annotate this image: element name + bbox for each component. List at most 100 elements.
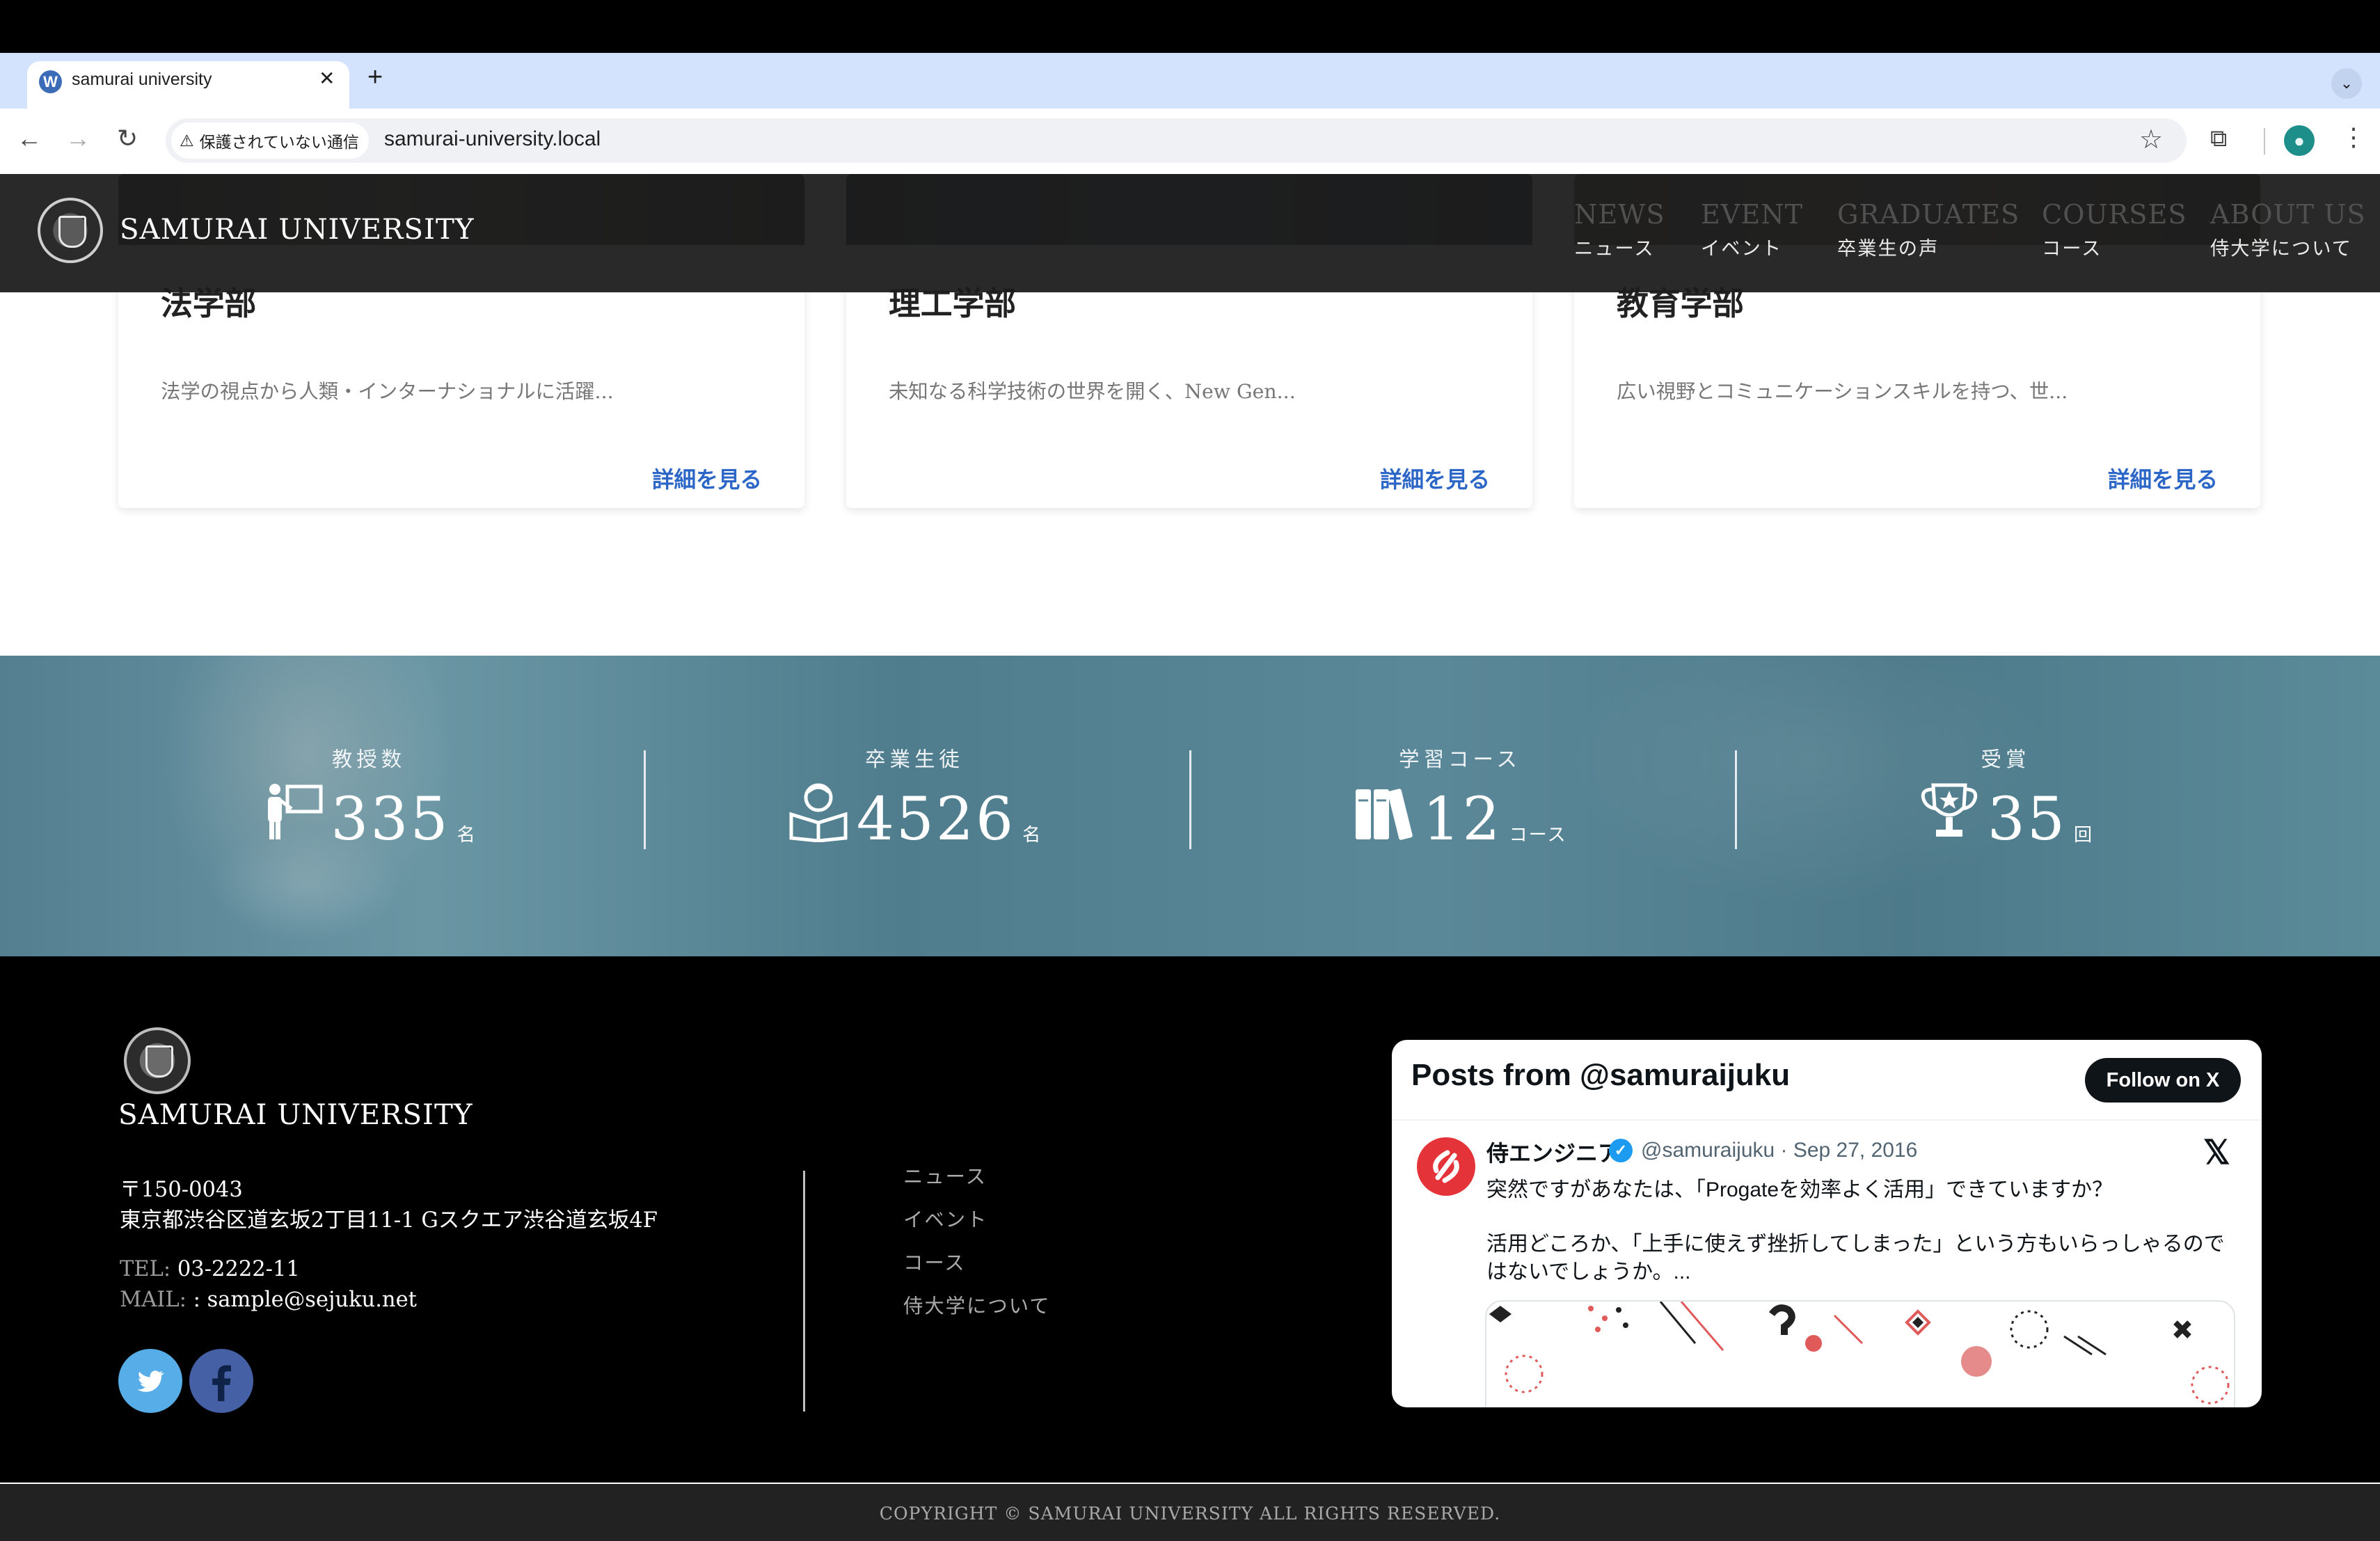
tab-title: samurai university	[72, 70, 212, 89]
faculty-card-description: 未知なる科学技術の世界を開く、New Gen...	[889, 380, 1296, 403]
address: 東京都渋谷区道玄坂2丁目11-1 Gスクエア渋谷道玄坂4F	[120, 1208, 658, 1233]
stat-value: 4526	[856, 784, 1016, 854]
nav-label-en: EVENT	[1701, 199, 1804, 230]
stat-awards: 受賞 35 回	[1733, 656, 2278, 956]
profile-avatar-icon[interactable]: ●	[2284, 125, 2315, 156]
tab-search-chevron-icon[interactable]: ⌄	[2331, 68, 2362, 99]
decorative-pattern-image	[1489, 1302, 2230, 1405]
nav-label-ja: 侍大学について	[2210, 238, 2352, 260]
security-chip[interactable]: ⚠ 保護されていない通信	[171, 123, 369, 159]
window-top-bar	[0, 0, 2380, 53]
tel-value: 03-2222-11	[177, 1257, 300, 1281]
facebook-f-icon	[212, 1365, 231, 1402]
nav-item-event[interactable]: EVENT イベント	[1701, 199, 1803, 260]
account-name[interactable]: 侍エンジニア	[1486, 1136, 1620, 1168]
stat-label: 卒業生徒	[865, 748, 964, 771]
stat-unit: コース	[1509, 825, 1567, 846]
nav-label-ja: ニュース	[1574, 238, 1655, 260]
footer-link-event[interactable]: イベント	[903, 1204, 987, 1233]
stat-value: 335	[331, 784, 450, 854]
faculty-card-details-link[interactable]: 詳細を見る	[2108, 462, 2218, 494]
nav-item-courses[interactable]: COURSES コース	[2042, 199, 2187, 260]
mail-value: : sample@sejuku.net	[193, 1288, 417, 1312]
nav-item-graduates[interactable]: GRADUATES 卒業生の声	[1837, 199, 2020, 260]
x-timeline-widget[interactable]: Posts from @samuraijuku Follow on X 侍エンジ…	[1392, 1040, 2262, 1407]
account-handle-date[interactable]: @samuraijuku · Sep 27, 2016	[1641, 1139, 1917, 1162]
stat-graduates: 卒業生徒 4526 名	[642, 656, 1187, 956]
bookmark-star-icon[interactable]: ☆	[2139, 124, 2163, 155]
stat-unit: 名	[1022, 825, 1042, 846]
university-crest-logo[interactable]	[38, 198, 103, 263]
nav-item-news[interactable]: NEWS ニュース	[1574, 199, 1665, 260]
nav-label-en: GRADUATES	[1837, 199, 2020, 230]
post-text-line: はないでしょうか。...	[1486, 1261, 1691, 1283]
footer-link-about[interactable]: 侍大学について	[903, 1290, 1051, 1319]
nav-label-ja: 卒業生の声	[1837, 238, 1939, 260]
twitter-bird-icon	[137, 1370, 164, 1392]
url-text[interactable]: samurai-university.local	[384, 127, 601, 151]
wordpress-favicon-icon: W	[39, 70, 62, 93]
post-text-line: 活用どころか、「上手に使えず挫折してしまった」という方もいらっしゃるので	[1486, 1233, 2225, 1256]
nav-label-en: ABOUT US	[2210, 199, 2366, 230]
follow-on-x-button[interactable]: Follow on X	[2085, 1058, 2241, 1103]
nav-item-about-us[interactable]: ABOUT US 侍大学について	[2210, 199, 2366, 260]
faculty-card-description: 広い視野とコミュニケーションスキルを持つ、世...	[1617, 380, 2068, 403]
browser-menu-icon[interactable]: ⋮	[2341, 123, 2366, 152]
forward-arrow-icon[interactable]: →	[65, 124, 90, 153]
warning-triangle-icon: ⚠	[180, 131, 194, 150]
nav-label-ja: イベント	[1701, 238, 1783, 260]
security-label: 保護されていない通信	[199, 133, 359, 151]
nav-label-en: COURSES	[2042, 199, 2187, 230]
extensions-puzzle-icon[interactable]: ⧉	[2210, 125, 2227, 152]
verified-badge-icon: ✓	[1609, 1139, 1633, 1162]
stat-divider	[1189, 750, 1191, 849]
stat-value: 12	[1422, 784, 1502, 854]
footer-divider	[803, 1171, 805, 1412]
stat-label: 教授数	[331, 748, 406, 771]
post-media-image[interactable]	[1485, 1300, 2235, 1407]
faculty-card-details-link[interactable]: 詳細を見る	[1380, 462, 1490, 494]
stat-divider	[644, 750, 646, 849]
timeline-separator	[1392, 1119, 2262, 1121]
tab-strip	[0, 53, 2380, 109]
footer-title: SAMURAI UNIVERSITY	[118, 1098, 473, 1131]
facebook-button[interactable]	[189, 1349, 253, 1413]
tel-line: TEL: 03-2222-11	[120, 1257, 300, 1281]
post-text-line: 突然ですがあなたは、「Progateを効率よく活用」できていますか？	[1486, 1178, 2113, 1201]
site-header: SAMURAI UNIVERSITY NEWS ニュース EVENT イベント …	[0, 174, 2380, 292]
nav-label-ja: コース	[2042, 238, 2102, 260]
stat-unit: 回	[2074, 825, 2094, 846]
tab-close-icon[interactable]: ✕	[319, 67, 335, 90]
samurai-logo-icon	[1433, 1150, 1459, 1183]
graduate-reading-icon	[789, 783, 848, 842]
professor-icon	[268, 784, 323, 839]
footer-link-courses[interactable]: コース	[903, 1247, 966, 1276]
toolbar-divider	[2264, 128, 2265, 155]
nav-label-en: NEWS	[1574, 199, 1665, 230]
faculty-card-description: 法学の視点から人類・インターナショナルに活躍...	[161, 380, 614, 403]
stat-unit: 名	[457, 825, 477, 846]
footer-link-news[interactable]: ニュース	[903, 1161, 987, 1190]
new-tab-button[interactable]: +	[367, 63, 383, 93]
footer-crest-logo[interactable]	[124, 1027, 191, 1094]
twitter-button[interactable]	[118, 1349, 182, 1413]
stat-professors: 教授数 335 名	[96, 656, 642, 956]
x-logo-icon[interactable]: 𝕏	[2203, 1133, 2230, 1172]
timeline-heading: Posts from @samuraijuku	[1411, 1058, 1791, 1092]
copyright-text: COPYRIGHT © SAMURAI UNIVERSITY ALL RIGHT…	[879, 1503, 1501, 1524]
tel-key: TEL:	[120, 1257, 177, 1281]
account-avatar[interactable]	[1417, 1137, 1475, 1196]
reload-icon[interactable]: ↻	[117, 124, 138, 153]
stat-courses: 学習コース 12 コース	[1187, 656, 1733, 956]
stat-label: 学習コース	[1399, 748, 1521, 771]
postal-code: 〒150-0043	[120, 1178, 243, 1202]
mail-key: MAIL:	[120, 1288, 193, 1312]
back-arrow-icon[interactable]: ←	[17, 124, 42, 153]
faculty-card-details-link[interactable]: 詳細を見る	[652, 462, 762, 494]
stat-divider	[1735, 750, 1737, 849]
mail-line: MAIL: : sample@sejuku.net	[120, 1288, 417, 1312]
stat-value: 35	[1987, 784, 2068, 854]
trophy-icon	[1921, 783, 1977, 837]
stat-label: 受賞	[1981, 748, 2031, 771]
site-title[interactable]: SAMURAI UNIVERSITY	[120, 213, 474, 246]
